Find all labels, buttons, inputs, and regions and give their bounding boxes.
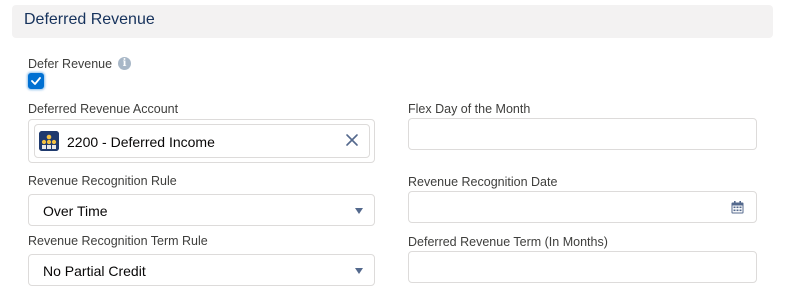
section-title: Deferred Revenue xyxy=(24,11,155,28)
close-icon[interactable] xyxy=(345,133,359,147)
deferred-account-label: Deferred Revenue Account xyxy=(28,102,179,116)
term-rule-select[interactable]: No Partial Credit xyxy=(28,254,375,286)
term-rule-label: Revenue Recognition Term Rule xyxy=(28,234,208,248)
defer-revenue-checkbox[interactable] xyxy=(28,73,44,89)
recognition-rule-select[interactable]: Over Time xyxy=(28,194,375,226)
recognition-date-input[interactable] xyxy=(408,191,757,223)
info-icon[interactable]: i xyxy=(118,57,131,70)
section-header[interactable]: Deferred Revenue xyxy=(12,5,773,38)
flex-day-input[interactable] xyxy=(408,118,757,150)
account-hierarchy-icon xyxy=(39,131,59,151)
recognition-rule-value: Over Time xyxy=(43,203,108,219)
defer-revenue-label: Defer Revenue xyxy=(28,57,113,71)
checkmark-icon xyxy=(31,77,41,85)
recognition-date-label: Revenue Recognition Date xyxy=(408,175,558,189)
calendar-icon[interactable] xyxy=(731,201,744,214)
term-rule-value: No Partial Credit xyxy=(43,263,146,279)
deferred-account-lookup[interactable]: 2200 - Deferred Income xyxy=(28,119,375,163)
deferred-term-input[interactable] xyxy=(408,251,757,283)
recognition-rule-label: Revenue Recognition Rule xyxy=(28,174,177,188)
selected-account-value: 2200 - Deferred Income xyxy=(67,134,215,150)
flex-day-label: Flex Day of the Month xyxy=(408,102,531,116)
deferred-term-label: Deferred Revenue Term (In Months) xyxy=(408,235,608,249)
selected-account-pill[interactable]: 2200 - Deferred Income xyxy=(34,124,370,158)
chevron-down-icon xyxy=(355,208,363,214)
chevron-down-icon xyxy=(355,268,363,274)
